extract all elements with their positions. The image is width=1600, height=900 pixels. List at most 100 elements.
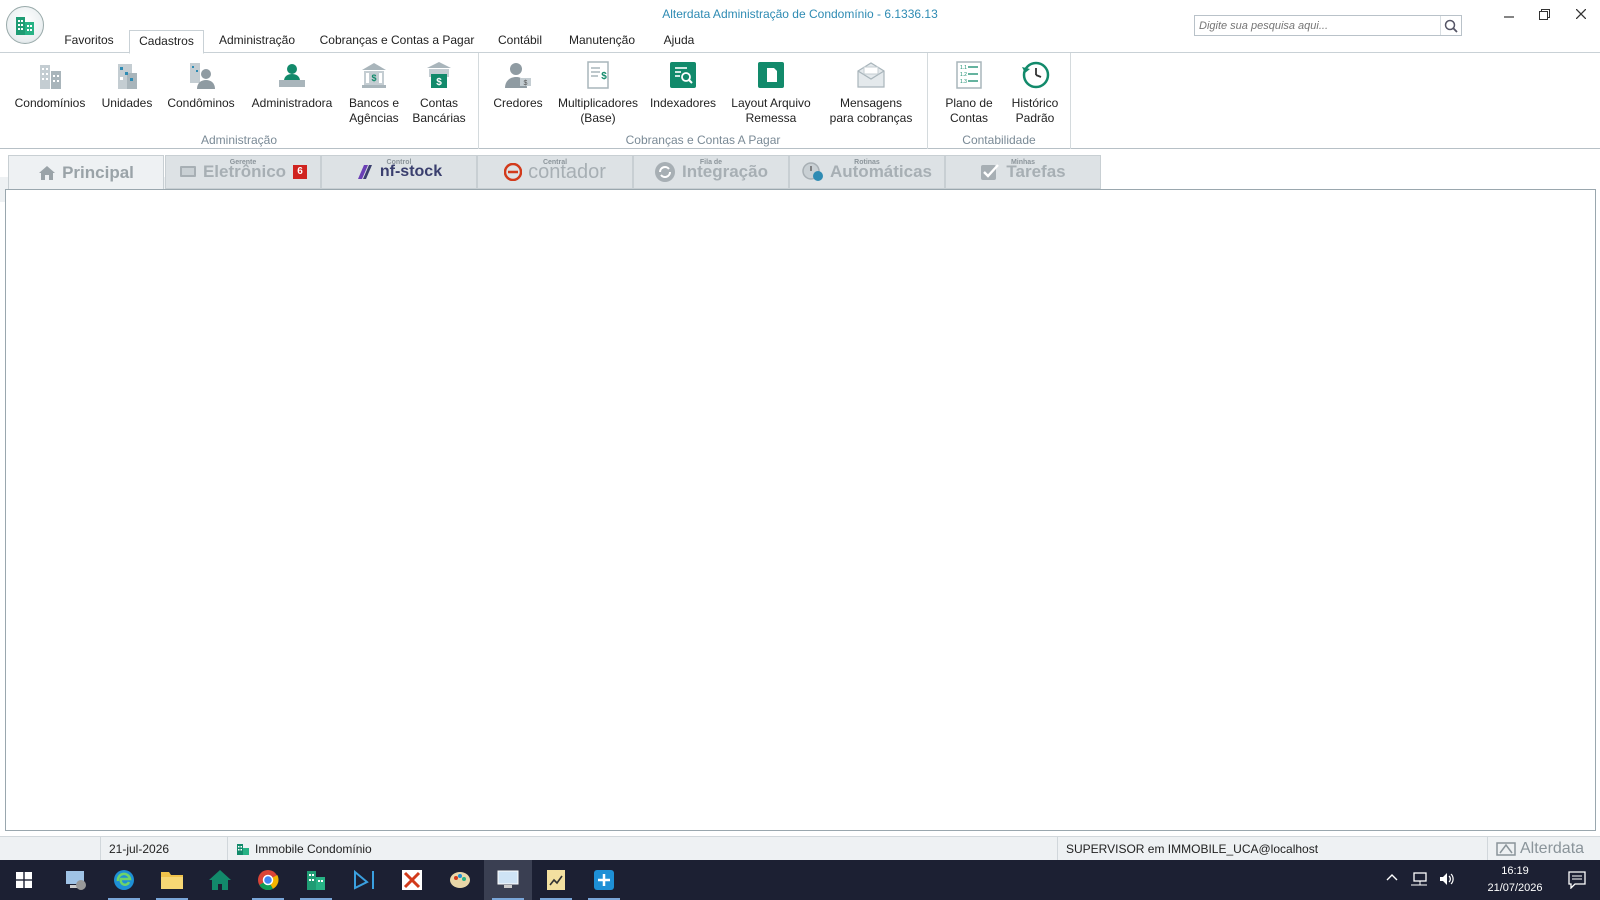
- alterdata-logo-icon: [1496, 842, 1516, 856]
- taskbar-report-app[interactable]: [532, 860, 580, 900]
- notifications-button[interactable]: [1568, 871, 1586, 892]
- history-clock-icon: [1022, 61, 1050, 89]
- taskbar-edge[interactable]: [100, 860, 148, 900]
- tab-gerente-eletronico[interactable]: Gerente Eletrônico 6: [165, 155, 321, 189]
- mensagens-cobrancas-label: Mensagens para cobranças: [829, 96, 913, 125]
- credores-button[interactable]: $ Credores: [490, 59, 546, 111]
- condominios-button[interactable]: Condomínios: [14, 59, 86, 111]
- credores-label: Credores: [493, 96, 543, 110]
- svg-text:$: $: [436, 77, 442, 88]
- house-icon: [209, 870, 231, 890]
- sync-icon: [655, 162, 675, 182]
- multiplicadores-label: Multiplicadores (Base): [557, 96, 639, 125]
- status-company-label: Immobile Condomínio: [255, 842, 372, 856]
- group-label-contabilidade: Contabilidade: [962, 133, 1036, 147]
- clock[interactable]: 16:19 21/07/2026: [1480, 863, 1550, 897]
- close-button[interactable]: [1569, 6, 1593, 22]
- folder-icon: [161, 872, 183, 889]
- contas-bancarias-label: Contas Bancárias: [412, 96, 466, 125]
- check-icon: [981, 164, 1000, 180]
- bancos-agencias-label: Bancos e Agências: [348, 96, 400, 125]
- group-label-administracao: Administração: [200, 133, 278, 147]
- taskbar-paint[interactable]: [436, 860, 484, 900]
- ribbon-group-contabilidade: 1.1 1.2 1.3 Plano de Contas Histórico Padr…: [928, 53, 1071, 149]
- taskbar-teamviewer[interactable]: [580, 860, 628, 900]
- file-icon: [758, 62, 784, 88]
- speaker-icon: [1440, 873, 1454, 885]
- resident-icon: [190, 63, 215, 89]
- volume-button[interactable]: [1438, 871, 1456, 890]
- taskbar-chrome[interactable]: [244, 860, 292, 900]
- plano-de-contas-button[interactable]: 1.1 1.2 1.3 Plano de Contas: [938, 59, 1000, 126]
- bancos-agencias-button[interactable]: $ Bancos e Agências: [344, 59, 404, 126]
- unidades-button[interactable]: Unidades: [92, 59, 162, 111]
- administradora-button[interactable]: Administradora: [248, 59, 336, 111]
- minimize-icon: [1504, 16, 1514, 18]
- computer-settings-icon: [66, 871, 86, 890]
- taskbar-home-app[interactable]: [196, 860, 244, 900]
- layout-arquivo-remessa-label: Layout Arquivo Remessa: [731, 96, 811, 125]
- alterdata-brand: Alterdata: [1487, 837, 1600, 861]
- taskbar-x-app[interactable]: [388, 860, 436, 900]
- building-icon: [16, 17, 34, 35]
- network-button[interactable]: [1410, 871, 1428, 890]
- network-icon: [1411, 872, 1427, 886]
- tab-fila-integracao[interactable]: Fila de Integração: [633, 155, 789, 189]
- taskbar-condominio-app[interactable]: [292, 860, 340, 900]
- document-dollar-icon: $: [587, 61, 609, 89]
- ribbon-group-cobrancas: $ Credores $ Multiplicadores (Base) Inde…: [479, 53, 928, 149]
- restore-icon: [1538, 8, 1550, 20]
- tab-contabil[interactable]: Contábil: [490, 30, 550, 54]
- building-small-icon: [237, 844, 249, 855]
- admin-icon: [279, 64, 305, 87]
- edge-icon: [114, 870, 134, 890]
- minimize-button[interactable]: [1497, 6, 1521, 22]
- clock-date: 21/07/2026: [1487, 882, 1543, 894]
- nfstock-logo: [357, 165, 372, 179]
- home-icon: [39, 166, 56, 180]
- tab-central-contador[interactable]: Central contador: [477, 155, 633, 189]
- report-icon: [547, 870, 565, 890]
- tab-cobrancas[interactable]: Cobranças e Contas a Pagar: [314, 30, 480, 54]
- taskbar-vscode[interactable]: [340, 860, 388, 900]
- monitor-icon: [497, 870, 519, 888]
- indexadores-label: Indexadores: [649, 96, 717, 110]
- restore-button[interactable]: [1532, 6, 1556, 22]
- tab-cadastros[interactable]: Cadastros: [129, 30, 204, 54]
- layout-arquivo-remessa-button[interactable]: Layout Arquivo Remessa: [727, 59, 815, 126]
- tab-principal[interactable]: Principal: [8, 155, 164, 190]
- monitor-icon: [179, 166, 196, 177]
- main-content-area: [5, 189, 1596, 831]
- taskbar-file-explorer[interactable]: [148, 860, 196, 900]
- multiplicadores-button[interactable]: $ Multiplicadores (Base): [557, 59, 639, 126]
- tab-minhas-tarefas[interactable]: Minhas Tarefas: [945, 155, 1101, 189]
- ribbon-group-administracao: Condomínios Unidades Condôminos Administ…: [0, 53, 479, 149]
- tray-expand-button[interactable]: [1386, 872, 1398, 887]
- condominos-button[interactable]: Condôminos: [166, 59, 236, 111]
- tab-rotinas-automaticas[interactable]: Rotinas Automáticas: [789, 155, 945, 189]
- historico-padrao-button[interactable]: Histórico Padrão: [1004, 59, 1066, 126]
- bank-icon: $: [362, 63, 386, 88]
- tab-fila-sup: Fila de: [699, 159, 723, 166]
- taskbar-remote-desktop[interactable]: [484, 860, 532, 900]
- tab-ajuda[interactable]: Ajuda: [654, 30, 704, 54]
- start-button[interactable]: [0, 860, 48, 900]
- condominos-label: Condôminos: [167, 96, 235, 110]
- contas-bancarias-button[interactable]: $ Contas Bancárias: [408, 59, 470, 126]
- taskbar-admin-tool[interactable]: [52, 860, 100, 900]
- envelope-icon: [857, 62, 885, 88]
- remote-support-icon: [594, 870, 614, 890]
- buildings-icon: [40, 65, 61, 89]
- units-icon: [118, 64, 137, 89]
- tab-contador-sup: Central: [542, 159, 568, 166]
- indexadores-button[interactable]: Indexadores: [647, 59, 719, 111]
- tab-nf-stock[interactable]: Control nf-stock: [321, 155, 477, 189]
- tab-rotinas-label: Automáticas: [829, 162, 933, 181]
- mensagens-cobrancas-button[interactable]: Mensagens para cobranças: [826, 59, 916, 126]
- title-bar: Alterdata Administração de Condomínio - …: [0, 0, 1600, 44]
- tab-favoritos[interactable]: Favoritos: [58, 30, 120, 54]
- taskbar: 16:19 21/07/2026: [0, 860, 1600, 900]
- app-logo[interactable]: [6, 6, 44, 44]
- tab-manutencao[interactable]: Manutenção: [562, 30, 642, 54]
- tab-administracao[interactable]: Administração: [212, 30, 302, 54]
